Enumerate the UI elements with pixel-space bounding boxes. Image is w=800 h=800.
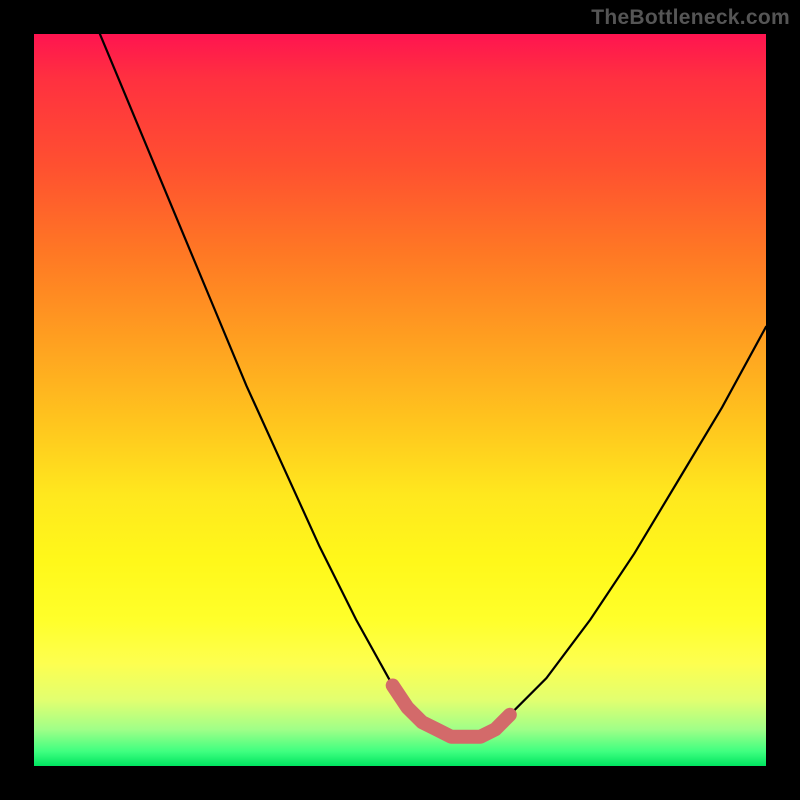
curve-layer xyxy=(34,34,766,766)
bottleneck-curve xyxy=(100,34,766,737)
flat-bottom-highlight xyxy=(393,686,510,737)
chart-frame: TheBottleneck.com xyxy=(0,0,800,800)
plot-area xyxy=(34,34,766,766)
watermark-text: TheBottleneck.com xyxy=(591,6,790,30)
